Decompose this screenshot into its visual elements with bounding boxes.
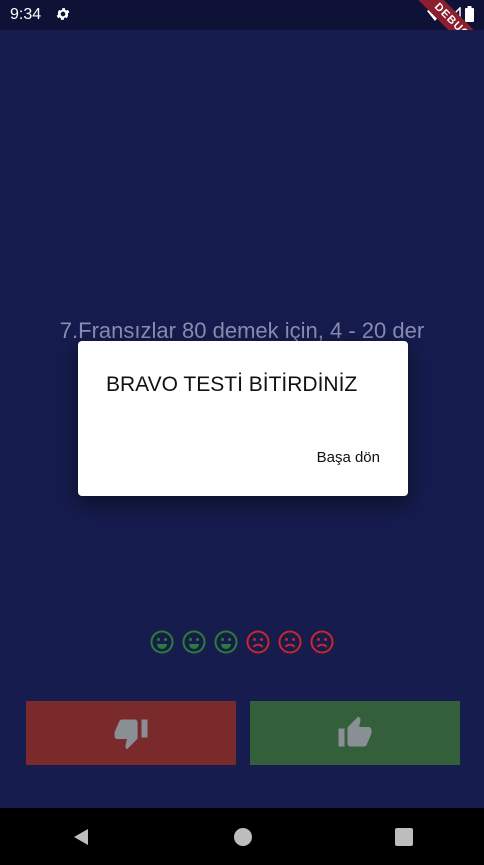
battery-icon <box>465 6 474 22</box>
score-keeper <box>0 630 484 654</box>
smiley-face-icon <box>150 630 174 654</box>
navigation-bar <box>0 808 484 865</box>
settings-gear-icon <box>56 8 70 20</box>
true-button[interactable] <box>250 701 460 765</box>
thumb-down-icon <box>114 719 148 750</box>
restart-button[interactable]: Başa dön <box>317 449 380 466</box>
smiley-face-icon <box>214 630 238 654</box>
sad-face-icon <box>310 630 334 654</box>
smiley-face-icon <box>182 630 206 654</box>
recents-icon[interactable] <box>395 827 413 846</box>
sad-face-icon <box>278 630 302 654</box>
status-time: 9:34 <box>10 6 42 23</box>
result-dialog: BRAVO TESTİ BİTİRDİNİZ Başa dön <box>78 341 408 496</box>
thumb-up-icon <box>338 716 372 747</box>
dialog-title: BRAVO TESTİ BİTİRDİNİZ <box>106 373 358 396</box>
false-button[interactable] <box>26 701 236 765</box>
back-icon[interactable] <box>71 827 91 847</box>
home-icon[interactable] <box>233 827 253 847</box>
sad-face-icon <box>246 630 270 654</box>
status-bar: 9:34 DEBUG <box>0 0 484 70</box>
